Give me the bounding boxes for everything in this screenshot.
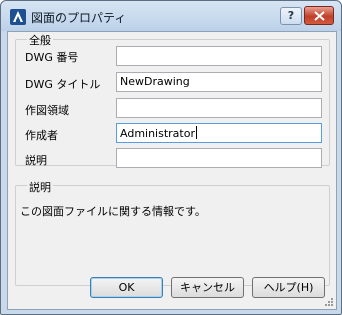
description-group (15, 185, 330, 286)
close-button[interactable] (304, 6, 334, 25)
dwg-number-label: DWG 番号 (25, 51, 79, 64)
drawing-area-label: 作図領域 (25, 104, 69, 117)
author-input[interactable]: Administrator (116, 123, 322, 143)
description-field-input[interactable] (116, 148, 322, 168)
dwg-number-input[interactable] (116, 46, 322, 66)
dwg-title-label: DWG タイトル (25, 78, 101, 91)
dialog-title: 図面のプロパティ (31, 11, 127, 25)
ok-button[interactable]: OK (90, 277, 163, 298)
dwg-title-input[interactable]: NewDrawing (116, 72, 322, 92)
text-caret (196, 126, 197, 139)
author-input-value: Administrator (120, 127, 195, 140)
resize-grip-icon[interactable] (324, 297, 334, 307)
help-button[interactable]: ヘルプ(H) (252, 277, 325, 298)
description-group-legend: 説明 (27, 179, 53, 195)
general-group-legend: 全般 (27, 32, 53, 48)
cancel-button[interactable]: キャンセル (171, 277, 244, 298)
title-bar[interactable]: 図面のプロパティ ? (1, 1, 341, 31)
description-field-label: 説明 (25, 154, 47, 167)
autocad-app-icon (10, 9, 26, 25)
author-label: 作成者 (25, 129, 58, 142)
description-text: この図面ファイルに関する情報です。 (20, 205, 206, 218)
dialog-window: 図面のプロパティ ? 全般 DWG 番号 DWG タイトル NewDrawing… (0, 0, 342, 315)
dialog-body: 全般 DWG 番号 DWG タイトル NewDrawing 作図領域 作成者 A… (7, 31, 337, 310)
drawing-area-input[interactable] (116, 98, 322, 118)
close-icon (314, 11, 325, 21)
help-title-button[interactable]: ? (280, 7, 302, 25)
